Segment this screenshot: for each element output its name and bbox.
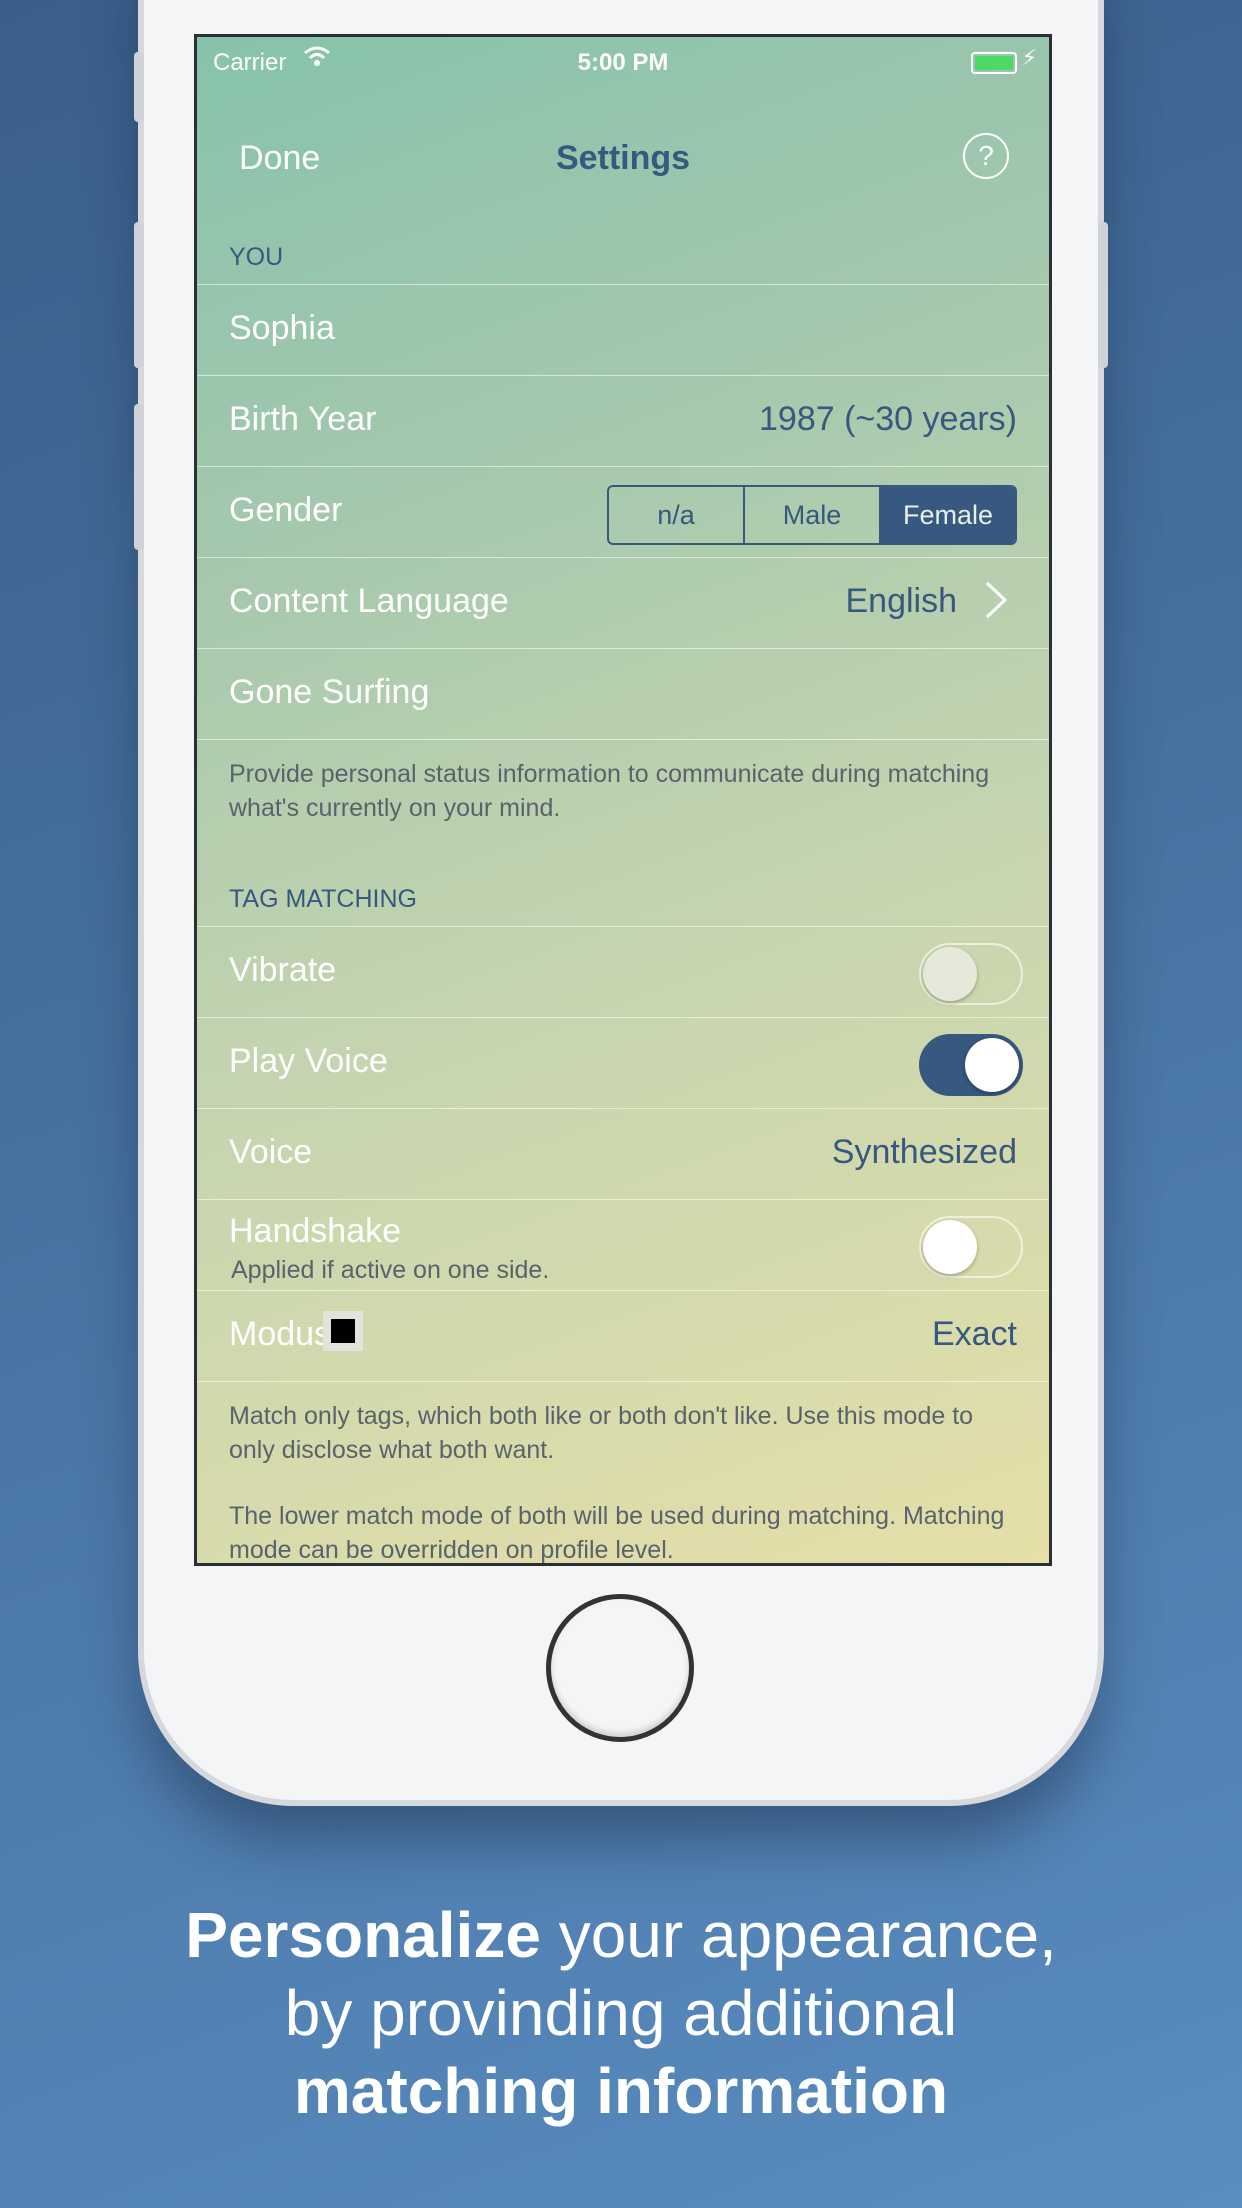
birth-year-value: 1987 (~30 years) [759,400,1017,438]
charging-bolt-icon: ⚡ [1021,45,1037,70]
gender-segmented-control[interactable]: n/a Male Female [607,485,1017,545]
vibrate-toggle[interactable] [919,943,1023,1005]
name-value: Sophia [229,309,335,347]
play-voice-toggle[interactable] [919,1034,1023,1096]
vibrate-label: Vibrate [229,951,337,989]
section-header-you: YOU [229,243,284,271]
gender-option-female[interactable]: Female [879,487,1015,543]
modus-row[interactable]: Modus Exact [197,1290,1049,1382]
caption-line-1: Personalize your appearance, [0,1896,1242,1974]
gender-option-male[interactable]: Male [743,487,879,543]
help-icon: ? [978,140,994,171]
page-title: Settings [555,139,691,177]
status-text-value: Gone Surfing [229,673,430,711]
vibrate-row: Vibrate [197,926,1049,1018]
content-language-row[interactable]: Content Language English [197,557,1049,649]
caption-bold-1: Personalize [185,1899,541,1971]
status-time: 5:00 PM [577,49,669,76]
caption-line-2: by provinding additional [284,1977,958,2049]
handshake-row: Handshake Applied if active on one side. [197,1199,1049,1291]
modus-footer-text-2: The lower match mode of both will be use… [229,1502,1005,1564]
caption-line-3: matching information [293,2055,949,2127]
help-button[interactable]: ? [963,133,1009,179]
gender-option-na[interactable]: n/a [609,487,743,543]
gender-label: Gender [229,491,343,529]
play-voice-label: Play Voice [229,1042,388,1080]
play-voice-row: Play Voice [197,1017,1049,1109]
navigation-bar: Done Settings ? [197,107,1049,179]
voice-row[interactable]: Voice Synthesized [197,1108,1049,1200]
gender-row: Gender n/a Male Female [197,466,1049,558]
mute-switch [134,52,144,122]
divider [197,739,1049,740]
modus-label: Modus [229,1315,332,1353]
modus-value: Exact [931,1315,1017,1353]
handshake-toggle[interactable] [919,1216,1023,1278]
volume-down-button [134,404,144,550]
modus-color-swatch-icon [323,1311,363,1351]
voice-label: Voice [229,1133,313,1171]
name-row[interactable]: Sophia [197,284,1049,376]
section-header-tag-matching: TAG MATCHING [229,885,417,913]
app-screen: Carrier 5:00 PM ⚡ Done Settings ? YOU So… [194,34,1052,1566]
home-button[interactable] [546,1594,694,1742]
content-language-label: Content Language [229,582,509,620]
divider [197,1381,1049,1382]
chevron-right-icon [983,580,1009,630]
handshake-subtitle: Applied if active on one side. [231,1256,550,1284]
battery-icon [971,52,1017,74]
handshake-label: Handshake [229,1212,402,1250]
caption-text-1: your appearance, [540,1899,1057,1971]
status-text-row[interactable]: Gone Surfing [197,648,1049,740]
power-button [1098,222,1108,368]
modus-footer-text-1: Match only tags, which both like or both… [229,1402,974,1464]
status-bar: Carrier 5:00 PM ⚡ [197,37,1049,87]
birth-year-row[interactable]: Birth Year 1987 (~30 years) [197,375,1049,467]
volume-up-button [134,222,144,368]
birth-year-label: Birth Year [229,400,377,438]
you-footer-text: Provide personal status information to c… [229,760,990,822]
voice-value: Synthesized [831,1133,1017,1171]
content-language-value: English [845,582,957,620]
